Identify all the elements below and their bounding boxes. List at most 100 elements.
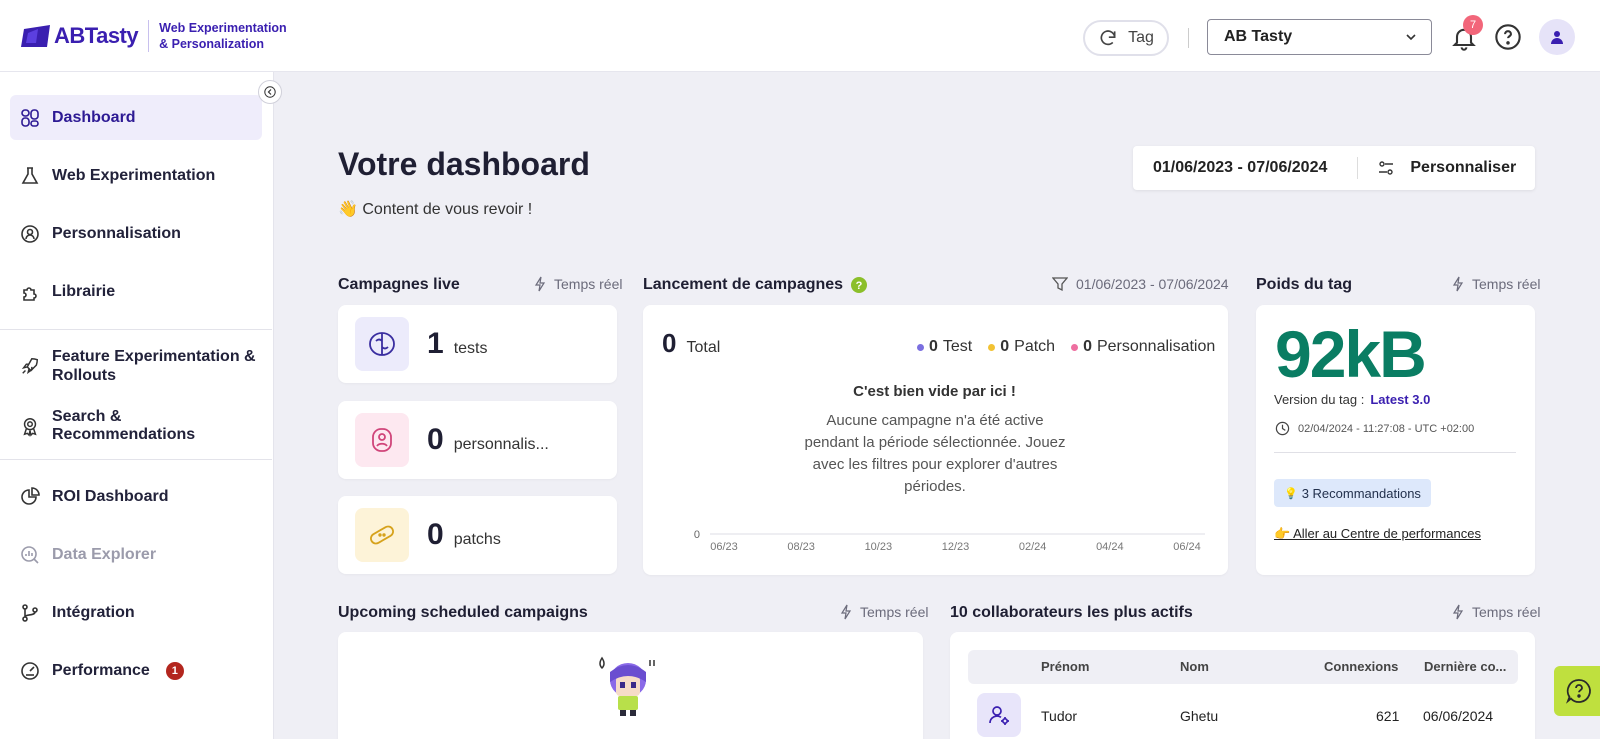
help-badge-icon[interactable]: ? — [851, 277, 868, 293]
upcoming-realtime-text: Temps réel — [860, 604, 929, 620]
user-settings-icon — [977, 693, 1021, 737]
sidebar-item-label: Web Experimentation — [52, 166, 216, 184]
legend-item-test: 0 Test — [917, 338, 972, 356]
column-header-lastname[interactable]: Nom — [1180, 650, 1209, 684]
collaborators-table-header: Prénom Nom Connexions Dernière co... — [968, 650, 1518, 684]
legend-item-patch: 0 Patch — [988, 338, 1055, 356]
x-tick-label: 02/24 — [1019, 541, 1047, 553]
empty-state-title: C'est bien vide par ici ! — [853, 383, 1016, 400]
date-range-picker[interactable]: 01/06/2023 - 07/06/2024 — [1153, 159, 1327, 177]
sidebar-item-performance[interactable]: Performance 1 — [10, 648, 262, 693]
tag-version: Version du tag : Latest 3.0 — [1274, 392, 1430, 407]
help-chat-icon — [1566, 679, 1591, 704]
sidebar-item-dashboard[interactable]: Dashboard — [10, 95, 262, 140]
tag-version-value[interactable]: Latest 3.0 — [1370, 392, 1430, 407]
account-select[interactable]: AB Tasty — [1207, 19, 1432, 55]
cell-connections: 621 — [1376, 708, 1400, 724]
legend-label: Patch — [1014, 338, 1056, 355]
collapse-sidebar-button[interactable] — [258, 80, 282, 104]
tag-divider — [1274, 452, 1516, 453]
launch-title: Lancement de campagnes — [643, 276, 844, 293]
live-realtime-text: Temps réel — [554, 276, 623, 292]
tag-realtime-text: Temps réel — [1472, 276, 1541, 292]
live-count: 1 — [427, 327, 444, 360]
personalize-button[interactable]: Personnaliser — [1378, 159, 1516, 177]
x-tick-label: 12/23 — [942, 541, 970, 553]
cell-firstname: Tudor — [1041, 708, 1078, 724]
git-branch-icon — [20, 603, 40, 623]
sidebar-item-label: Data Explorer — [52, 545, 157, 563]
legend-dot — [1071, 343, 1079, 351]
tag-button[interactable]: Tag — [1083, 20, 1169, 56]
filter-icon — [1052, 277, 1068, 292]
y-tick-label: 0 — [694, 529, 700, 541]
sidebar-item-label: Personnalisation — [52, 224, 181, 242]
sidebar-item-data-explorer[interactable]: Data Explorer — [10, 532, 262, 577]
help-widget-button[interactable] — [1554, 666, 1600, 716]
welcome-message: 👋 Content de vous revoir ! — [338, 201, 533, 218]
dashboard-icon — [20, 108, 40, 128]
recommendations-badge[interactable]: 💡 3 Recommandations — [1274, 479, 1431, 507]
date-bar-divider — [1357, 157, 1359, 179]
help-icon[interactable] — [1494, 23, 1522, 51]
column-header-firstname[interactable]: Prénom — [1041, 650, 1089, 684]
sidebar-item-feature-experimentation[interactable]: Feature Experimentation & Rollouts — [10, 342, 262, 390]
x-tick-label: 04/24 — [1096, 541, 1124, 553]
clock-icon — [1275, 421, 1290, 436]
sidebar-item-label: Librairie — [52, 282, 116, 300]
sidebar-item-librairie[interactable]: Librairie — [10, 269, 262, 314]
empty-character-illustration — [599, 656, 655, 716]
cell-last-connection: 06/06/2024 — [1423, 708, 1494, 724]
launch-section-header: Lancement de campagnes ? — [643, 276, 868, 294]
refresh-icon — [1100, 30, 1116, 46]
abtasty-logo[interactable]: ABTasty Web Experimentation & Personaliz… — [20, 20, 287, 52]
tag-date: 02/04/2024 - 11:27:08 - UTC +02:00 — [1275, 421, 1474, 436]
sidebar-item-label: Search & Recommendations — [52, 407, 196, 443]
sidebar-item-integration[interactable]: Intégration — [10, 590, 262, 635]
live-card-patches[interactable]: 0 patchs — [338, 496, 617, 574]
pie-chart-icon — [20, 486, 40, 507]
x-tick-label: 06/23 — [710, 541, 738, 553]
legend-dot — [917, 343, 924, 351]
live-card-tests[interactable]: 1 tests — [338, 305, 617, 383]
legend-label: Test — [942, 338, 973, 355]
launch-legend: 0 Test 0 Patch 0 Personnalisation — [917, 338, 1215, 356]
live-realtime-label: Temps réel — [534, 276, 622, 292]
sidebar-item-roi-dashboard[interactable]: ROI Dashboard — [10, 474, 262, 519]
legend-dot — [988, 343, 996, 351]
tag-weight-value: 92kB — [1275, 317, 1427, 391]
legend-count: 0 — [1083, 338, 1092, 355]
sidebar-item-web-experimentation[interactable]: Web Experimentation — [10, 153, 262, 198]
live-count: 0 — [427, 518, 444, 551]
empty-state-text: Aucune campagne n'a été active pendant l… — [804, 412, 1066, 495]
legend-item-personnalisation: 0 Personnalisation — [1071, 338, 1215, 356]
flask-icon — [20, 166, 40, 186]
live-card-personalizations[interactable]: 0 personnalis... — [338, 401, 617, 479]
launch-filter[interactable]: 01/06/2023 - 07/06/2024 — [1052, 276, 1229, 292]
sidebar-item-search-recommendations[interactable]: Search & Recommendations — [10, 403, 262, 448]
lightbulb-icon: 💡 — [1284, 487, 1298, 500]
sidebar-item-personnalisation[interactable]: Personnalisation — [10, 211, 262, 256]
column-header-last-connection[interactable]: Dernière co... — [1424, 650, 1506, 684]
legend-label: Personnalisation — [1096, 338, 1216, 355]
personalize-label: Personnaliser — [1410, 159, 1517, 176]
user-target-icon — [20, 224, 40, 244]
collab-realtime-text: Temps réel — [1472, 604, 1541, 620]
product-name-line2: & Personalization — [159, 37, 265, 51]
legend-count: 0 — [1000, 338, 1010, 355]
notification-badge: 7 — [1463, 15, 1483, 35]
collaborators-title: 10 collaborateurs les plus actifs — [950, 604, 1193, 621]
patch-icon — [355, 508, 409, 562]
lightning-icon — [1452, 276, 1464, 292]
award-icon — [20, 416, 40, 437]
abtasty-logo-icon — [21, 25, 50, 47]
tag-realtime-label: Temps réel — [1452, 276, 1540, 292]
column-header-connections[interactable]: Connexions — [1324, 650, 1398, 684]
user-avatar[interactable] — [1539, 19, 1575, 55]
performance-center-link[interactable]: 👉 Aller au Centre de performances — [1274, 526, 1481, 542]
sidebar-item-label: Intégration — [52, 603, 135, 621]
table-row[interactable]: Tudor Ghetu 621 06/06/2024 — [968, 693, 1518, 739]
lightning-icon — [840, 604, 852, 620]
chevron-down-icon — [1406, 34, 1416, 41]
upcoming-title: Upcoming scheduled campaigns — [338, 604, 588, 621]
